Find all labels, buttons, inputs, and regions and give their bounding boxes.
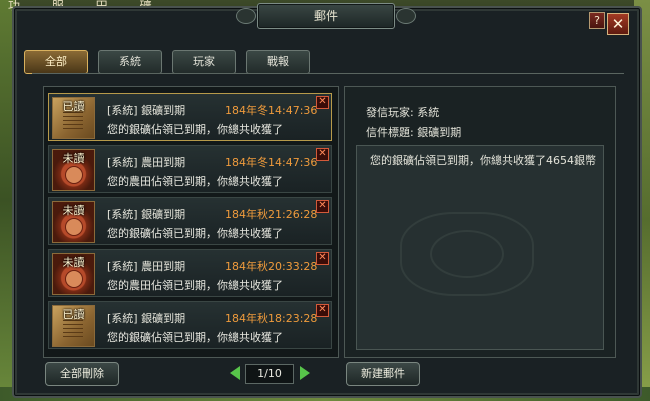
mail-preview: 您的銀礦佔領已到期，你總共收獲了 [107, 123, 283, 136]
mail-preview: 您的農田佔領已到期，你總共收獲了 [107, 279, 283, 292]
close-button[interactable]: ✕ [607, 13, 629, 35]
delete-all-button[interactable]: 全部刪除 [45, 362, 119, 386]
mail-subject: [系統] 銀礦到期 [107, 208, 186, 221]
mail-time: 184年秋18:23:28 [225, 312, 318, 325]
mail-status-label: 未讀 [62, 256, 85, 269]
title-ornament-right-icon [396, 8, 416, 24]
mail-preview: 您的銀礦佔領已到期，你總共收獲了 [107, 331, 283, 344]
mail-status-label: 已讀 [62, 100, 85, 113]
tab-player[interactable]: 玩家 [172, 50, 236, 74]
mail-subject: [系統] 農田到期 [107, 156, 186, 169]
delete-mail-icon[interactable]: ✕ [316, 148, 329, 161]
scroll-read-icon: 已讀 [52, 97, 95, 139]
mail-time: 184年冬14:47:36 [225, 104, 318, 117]
next-page-icon[interactable] [300, 366, 310, 380]
scroll-read-icon: 已讀 [52, 305, 95, 347]
mail-title: 信件標題: 銀礦到期 [366, 126, 462, 139]
mail-list-item[interactable]: 已讀 [系統] 銀礦到期 184年冬14:47:36 您的銀礦佔領已到期，你總共… [48, 93, 332, 141]
mail-list-item[interactable]: 未讀 [系統] 銀礦到期 184年秋21:26:28 您的銀礦佔領已到期，你總共… [48, 197, 332, 245]
scroll-sealed-icon: 未讀 [52, 201, 95, 243]
title-ornament-left-icon [236, 8, 256, 24]
mail-list-item[interactable]: 已讀 [系統] 銀礦到期 184年秋18:23:28 您的銀礦佔領已到期，你總共… [48, 301, 332, 349]
mail-preview: 您的銀礦佔領已到期，你總共收獲了 [107, 227, 283, 240]
emblem-watermark-inner-icon [430, 230, 504, 278]
mail-list-item[interactable]: 未讀 [系統] 農田到期 184年冬14:47:36 您的農田佔領已到期，你總共… [48, 145, 332, 193]
mail-content: 您的銀礦佔領已到期，你總共收獲了4654銀幣 [370, 154, 596, 167]
tab-system[interactable]: 系統 [98, 50, 162, 74]
mail-list-item[interactable]: 未讀 [系統] 農田到期 184年秋20:33:28 您的農田佔領已到期，你總共… [48, 249, 332, 297]
mail-preview: 您的農田佔領已到期，你總共收獲了 [107, 175, 283, 188]
mail-time: 184年秋21:26:28 [225, 208, 318, 221]
scroll-sealed-icon: 未讀 [52, 149, 95, 191]
mail-subject: [系統] 銀礦到期 [107, 312, 186, 325]
mail-status-label: 已讀 [62, 308, 85, 321]
mail-sender: 發信玩家: 系統 [366, 106, 440, 119]
tab-all[interactable]: 全部 [24, 50, 88, 74]
help-button[interactable]: ? [589, 12, 605, 29]
tab-battle-report[interactable]: 戰報 [246, 50, 310, 74]
scroll-sealed-icon: 未讀 [52, 253, 95, 295]
prev-page-icon[interactable] [230, 366, 240, 380]
new-mail-button[interactable]: 新建郵件 [346, 362, 420, 386]
delete-mail-icon[interactable]: ✕ [316, 96, 329, 109]
delete-mail-icon[interactable]: ✕ [316, 200, 329, 213]
mail-time: 184年秋20:33:28 [225, 260, 318, 273]
delete-mail-icon[interactable]: ✕ [316, 304, 329, 317]
tab-divider [32, 73, 624, 74]
mail-status-label: 未讀 [62, 204, 85, 217]
mail-status-label: 未讀 [62, 152, 85, 165]
delete-mail-icon[interactable]: ✕ [316, 252, 329, 265]
window-title: 郵件 [257, 3, 395, 29]
mail-time: 184年冬14:47:36 [225, 156, 318, 169]
page-indicator: 1/10 [245, 364, 294, 384]
mail-subject: [系統] 銀礦到期 [107, 104, 186, 117]
mail-subject: [系統] 農田到期 [107, 260, 186, 273]
